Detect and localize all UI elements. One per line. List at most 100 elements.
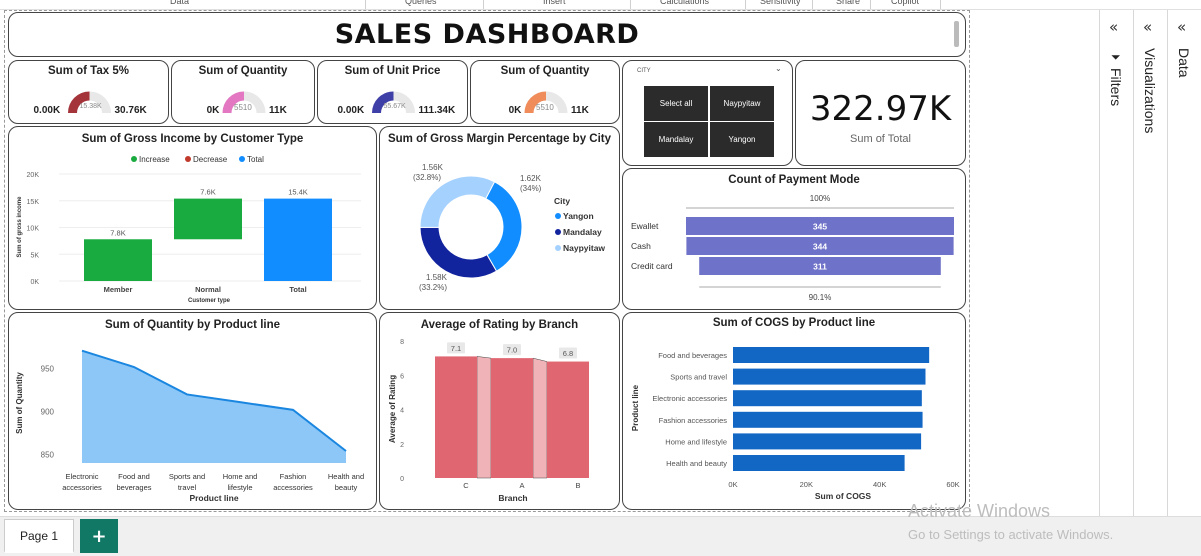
data-label: 7.6K [200,188,215,197]
x-tick-label: Member [104,285,133,294]
ribbon-bar [435,356,477,478]
ribbon-item-insert[interactable]: Insert [543,0,566,6]
ribbon-item-calculations[interactable]: Calculations [660,0,709,6]
kpi-card-tax[interactable]: Sum of Tax 5% 0.00K 30.76K 15.38K [8,60,169,124]
kpi-card-unit-price[interactable]: Sum of Unit Price 0.00K 111.34K 55.67K [317,60,468,124]
dashboard-header: SALES DASHBOARD [8,12,966,57]
funnel-top-label: 100% [810,194,830,203]
filters-pane[interactable]: « ⏷ Filters [1099,10,1133,518]
data-label: 15.4K [288,188,308,197]
y-tick-label: 20K [27,172,40,179]
y-axis-label: Average of Rating [388,375,397,443]
x-tick-label: travel [178,483,197,492]
add-page-button[interactable]: + [80,519,118,553]
data-label: (33.2%) [419,283,447,292]
donut-slice [419,175,496,228]
ribbon-separator [745,0,746,9]
x-tick-label: beauty [335,483,358,492]
y-axis-label: Sum of gross income [17,196,23,258]
x-tick-label: 40K [873,480,886,489]
gauge-value: 15.38K [79,103,102,110]
rating-by-branch-chart[interactable]: Average of Rating by Branch 8 6 4 2 0 7.1 C 7.0… [379,312,620,510]
slicer-option-naypyitaw[interactable]: Naypyitaw [710,86,774,121]
ribbon-item-sensitivity[interactable]: Sensitivity [760,0,801,6]
kpi-card-quantity-2[interactable]: Sum of Quantity 0K 11K 5510 [470,60,620,124]
gauge-max: 111.34K [418,105,456,116]
x-tick-label: Total [289,285,306,294]
area-fill [82,350,346,463]
ribbon-item-queries[interactable]: Queries [405,0,437,6]
city-slicer[interactable]: CITY ⌄ Select all Naypyitaw Mandalay Yan… [622,60,793,166]
filters-label[interactable]: Filters [1108,68,1124,106]
watermark-subtitle: Go to Settings to activate Windows. [908,527,1114,542]
gauge-min: 0K [206,105,220,116]
ribbon: Data Queries Insert Calculations Sensitivity… [0,0,1201,10]
y-axis-label: Product line [631,384,640,431]
cogs-bar [733,347,930,363]
x-tick-label: 0K [728,480,737,489]
x-axis-label: Branch [498,493,527,503]
x-tick-label: C [463,481,469,490]
collapse-chevron-icon[interactable]: « [1177,18,1186,36]
x-axis-label: Product line [189,493,238,503]
visualizations-label[interactable]: Visualizations [1142,48,1158,133]
ribbon-item-copilot[interactable]: Copilot [891,0,919,6]
legend-label: Total [247,155,264,164]
slicer-option-yangon[interactable]: Yangon [710,122,774,157]
total-card[interactable]: 322.97K Sum of Total [795,60,966,166]
x-tick-label: accessories [273,483,313,492]
legend-marker [185,156,191,162]
payment-mode-chart[interactable]: Count of Payment Mode 100% 345 Ewallet 344 C… [622,168,966,310]
funnel-bottom-label: 90.1% [809,293,832,302]
ribbon-item-data[interactable]: Data [170,0,189,6]
y-tick-label: 950 [41,365,55,374]
y-tick-label: 900 [41,408,55,417]
gauge-svg [222,91,266,114]
cogs-bar [733,433,922,450]
cogs-bar [733,368,926,385]
data-label: (32.8%) [413,173,441,182]
gauge-max: 11K [571,105,589,116]
chevron-down-icon[interactable]: ⌄ [775,64,782,73]
x-tick-label: 20K [800,480,813,489]
x-tick-label: Electronic [66,472,99,481]
data-pane[interactable]: « Data [1167,10,1201,518]
collapse-chevron-icon[interactable]: « [1109,18,1118,36]
quantity-by-product-chart[interactable]: Sum of Quantity by Product line 950 900 85… [8,312,377,510]
y-tick-label: 10K [27,226,40,233]
y-tick-label: 5K [30,252,39,259]
slicer-option-select-all[interactable]: Select all [644,86,708,121]
data-label: 7.8K [110,228,125,237]
gross-income-chart[interactable]: Sum of Gross Income by Customer Type Inc… [8,126,377,310]
gross-margin-svg: 1.62K(34%) 1.56K(32.8%) 1.58K(33.2%) City Ya… [413,163,605,292]
ribbon-bar [547,361,589,478]
cogs-by-product-chart[interactable]: Sum of COGS by Product line Food and bev… [622,312,966,510]
y-tick-label: Electronic accessories [652,394,727,403]
gross-margin-chart[interactable]: Sum of Gross Margin Percentage by City 1… [379,126,620,310]
x-tick-label: beverages [116,483,151,492]
gauge-min: 0.00K [337,105,365,116]
tab-page-1[interactable]: Page 1 [4,519,74,553]
slicer-option-mandalay[interactable]: Mandalay [644,122,708,157]
waterfall-bar [264,198,332,281]
ribbon-connector [532,357,548,479]
legend-label: Mandalay [563,227,602,237]
visualizations-pane[interactable]: « Visualizations [1133,10,1167,518]
gauge-min: 0.00K [33,105,61,116]
gauge-svg [524,91,568,114]
ribbon-item-share[interactable]: Share [836,0,860,6]
y-tick-label: 850 [41,450,55,459]
page-title: SALES DASHBOARD [334,19,640,50]
collapse-chevron-icon[interactable]: « [1143,18,1152,36]
y-tick-label: 0 [400,476,404,483]
y-tick-label: 6 [400,373,404,380]
gauge-value: 5510 [234,103,252,112]
x-tick-label: Normal [195,285,221,294]
data-label[interactable]: Data [1176,48,1192,78]
kpi-card-quantity[interactable]: Sum of Quantity 0K 11K 5510 [171,60,315,124]
header-scrollbar[interactable] [954,21,959,47]
data-label: 1.58K [426,273,448,282]
category-label: Credit card [631,261,673,271]
ribbon-separator [870,0,871,9]
filter-icon: ⏷ [1111,50,1121,64]
